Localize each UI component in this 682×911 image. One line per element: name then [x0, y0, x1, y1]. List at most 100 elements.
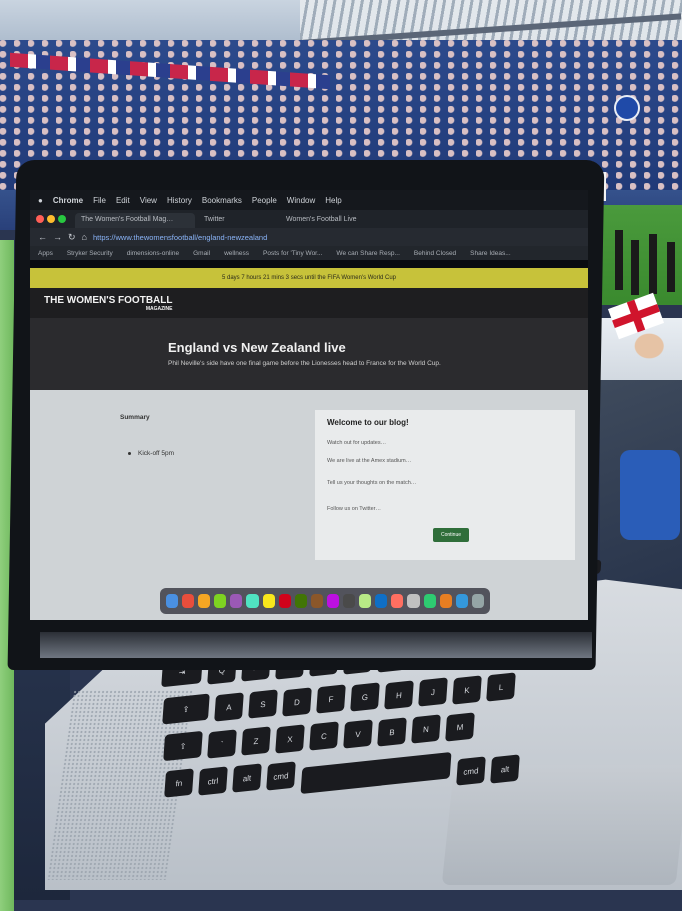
- menu-people[interactable]: People: [252, 196, 277, 205]
- dock-app-icon[interactable]: [246, 594, 259, 608]
- menu-chrome[interactable]: Chrome: [53, 196, 83, 205]
- site-header: THE WOMEN'S FOOTBALL MAGAZINE: [30, 288, 588, 318]
- hero-section: England vs New Zealand live Phil Neville…: [30, 318, 588, 390]
- dock-app-icon[interactable]: [359, 594, 372, 608]
- menu-history[interactable]: History: [167, 196, 192, 205]
- bookmark-item[interactable]: Behind Closed: [414, 250, 456, 257]
- bookmark-item[interactable]: dimensions-online: [127, 250, 179, 257]
- menu-edit[interactable]: Edit: [116, 196, 130, 205]
- key-v[interactable]: V: [343, 719, 373, 749]
- laptop-hinge: [40, 632, 592, 658]
- blog-line: Watch out for updates…: [327, 440, 387, 446]
- browser-tabs: The Women's Football Mag… Twitter Women'…: [30, 210, 588, 228]
- close-window-icon[interactable]: [36, 215, 44, 223]
- continue-button[interactable]: Continue: [433, 528, 469, 542]
- back-icon[interactable]: ←: [38, 232, 47, 242]
- key-fn[interactable]: fn: [164, 768, 194, 798]
- apple-icon[interactable]: ●: [38, 196, 43, 205]
- dock-app-icon[interactable]: [198, 594, 211, 608]
- key-alt[interactable]: alt: [490, 753, 520, 784]
- url-field[interactable]: https://www.thewomensfootball/england-ne…: [93, 233, 267, 242]
- key-x[interactable]: X: [275, 724, 305, 754]
- tab-womens-football[interactable]: The Women's Football Mag…: [75, 213, 195, 228]
- key-s[interactable]: S: [248, 689, 278, 719]
- key-j[interactable]: J: [418, 677, 448, 707]
- key-ctrl[interactable]: ctrl: [198, 765, 228, 796]
- menu-file[interactable]: File: [93, 196, 106, 205]
- dock-app-icon[interactable]: [455, 594, 468, 608]
- countdown-banner: 5 days 7 hours 21 mins 3 secs until the …: [30, 268, 588, 288]
- blog-line: Tell us your thoughts on the match…: [327, 480, 417, 486]
- key-cmd[interactable]: cmd: [456, 756, 486, 786]
- blog-line: We are live at the Amex stadium…: [327, 458, 412, 464]
- page-title: England vs New Zealand live: [168, 340, 346, 355]
- club-badge-icon: [614, 95, 640, 121]
- tab-twitter[interactable]: Twitter: [198, 213, 278, 228]
- bookmark-item[interactable]: Share Ideas...: [470, 250, 510, 257]
- dock-app-icon[interactable]: [439, 594, 452, 608]
- bookmark-item[interactable]: We can Share Resp...: [336, 250, 399, 257]
- dock-app-icon[interactable]: [326, 594, 340, 608]
- bookmarks-bar: Apps Stryker Security dimensions-online …: [30, 246, 588, 260]
- key-m[interactable]: M: [445, 712, 475, 742]
- laptop-screen: ● Chrome File Edit View History Bookmark…: [30, 190, 588, 620]
- dock-app-icon[interactable]: [214, 594, 227, 608]
- key-g[interactable]: G: [350, 682, 380, 712]
- key-`[interactable]: `: [207, 728, 237, 759]
- key-⇪[interactable]: ⇪: [162, 693, 210, 725]
- bookmark-item[interactable]: wellness: [224, 250, 249, 257]
- minimize-window-icon[interactable]: [47, 215, 55, 223]
- key-b[interactable]: B: [377, 716, 407, 747]
- blog-card: Welcome to our blog! Watch out for updat…: [315, 410, 575, 560]
- key[interactable]: [300, 752, 452, 795]
- key-c[interactable]: C: [309, 721, 339, 752]
- bookmark-item[interactable]: Gmail: [193, 250, 210, 257]
- dock-app-icon[interactable]: [407, 594, 420, 608]
- key-n[interactable]: N: [411, 714, 441, 744]
- dock-app-icon[interactable]: [294, 594, 307, 608]
- home-icon[interactable]: ⌂: [82, 232, 87, 242]
- dock-app-icon[interactable]: [262, 594, 275, 608]
- mac-menubar: ● Chrome File Edit View History Bookmark…: [30, 190, 588, 210]
- address-bar: ← → ↻ ⌂ https://www.thewomensfootball/en…: [30, 228, 588, 246]
- dock-app-icon[interactable]: [343, 594, 356, 608]
- bookmark-apps[interactable]: Apps: [38, 250, 53, 257]
- tab-live[interactable]: Women's Football Live: [280, 213, 390, 228]
- dock-app-icon[interactable]: [391, 594, 404, 608]
- dock-app-icon[interactable]: [471, 594, 484, 608]
- dock-app-icon[interactable]: [375, 594, 388, 608]
- dock-app-icon[interactable]: [182, 594, 195, 608]
- key-k[interactable]: K: [452, 675, 482, 705]
- key-h[interactable]: H: [384, 679, 414, 710]
- key-alt[interactable]: alt: [232, 763, 262, 793]
- dock-app-icon[interactable]: [423, 594, 436, 608]
- key-d[interactable]: D: [282, 687, 312, 717]
- key-a[interactable]: A: [214, 691, 244, 722]
- menu-help[interactable]: Help: [325, 196, 341, 205]
- summary-item[interactable]: Kick-off 5pm: [138, 450, 174, 457]
- dock-app-icon[interactable]: [230, 594, 243, 608]
- key-f[interactable]: F: [316, 684, 346, 715]
- page-subtitle: Phil Neville's side have one final game …: [168, 360, 441, 367]
- mac-dock: [160, 588, 490, 614]
- key-⇧[interactable]: ⇧: [163, 730, 203, 762]
- blog-line: Follow us on Twitter…: [327, 506, 382, 512]
- site-logo[interactable]: THE WOMEN'S FOOTBALL MAGAZINE: [44, 296, 172, 314]
- seat: [620, 450, 680, 540]
- key-z[interactable]: Z: [241, 726, 271, 756]
- key-l[interactable]: L: [486, 672, 516, 703]
- dock-app-icon[interactable]: [310, 594, 323, 608]
- photo-scene: esc§1234567890-=⇥QWERTYUIOP⇪ASDFGHJKL⇧`Z…: [0, 0, 682, 911]
- bookmark-item[interactable]: Stryker Security: [67, 250, 113, 257]
- reload-icon[interactable]: ↻: [68, 232, 76, 243]
- key-cmd[interactable]: cmd: [266, 761, 296, 791]
- bookmark-item[interactable]: Posts for 'Tiny Wor...: [263, 250, 322, 257]
- dock-app-icon[interactable]: [166, 594, 179, 608]
- menu-bookmarks[interactable]: Bookmarks: [202, 196, 242, 205]
- menu-window[interactable]: Window: [287, 196, 315, 205]
- logo-subtext: MAGAZINE: [145, 306, 173, 312]
- zoom-window-icon[interactable]: [58, 215, 66, 223]
- forward-icon[interactable]: →: [53, 232, 62, 242]
- dock-app-icon[interactable]: [278, 594, 291, 608]
- menu-view[interactable]: View: [140, 196, 157, 205]
